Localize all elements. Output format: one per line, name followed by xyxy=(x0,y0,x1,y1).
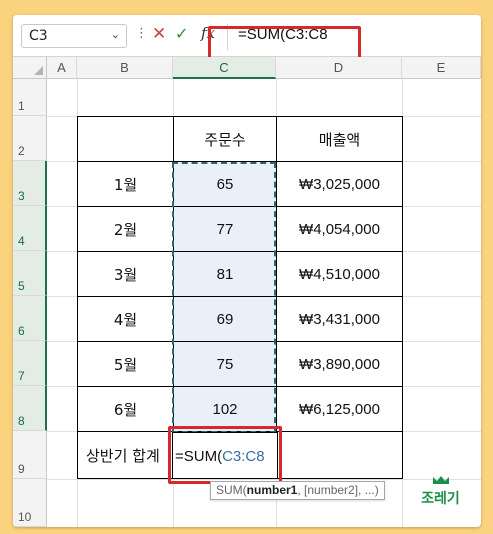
confirm-icon[interactable]: ✓ xyxy=(175,24,188,43)
sales-cell[interactable]: ₩4,054,000 xyxy=(276,206,403,252)
row-header-6[interactable]: 6 xyxy=(13,296,47,341)
total-sales-cell[interactable] xyxy=(276,431,403,479)
table-header-blank[interactable] xyxy=(77,116,174,162)
col-header-b[interactable]: B xyxy=(77,57,173,79)
col-header-e[interactable]: E xyxy=(402,57,481,79)
brand-logo: 조레기 xyxy=(418,475,463,508)
edit-cell-highlight-box xyxy=(168,426,282,484)
col-header-a[interactable]: A xyxy=(47,57,77,79)
select-all-corner[interactable] xyxy=(13,57,47,79)
col-header-d[interactable]: D xyxy=(276,57,402,79)
logo-text: 조레기 xyxy=(421,491,460,507)
col-header-c[interactable]: C xyxy=(173,57,276,79)
row-header-8[interactable]: 8 xyxy=(13,386,47,431)
row-header-9[interactable]: 9 xyxy=(13,431,47,479)
sales-cell[interactable]: ₩3,890,000 xyxy=(276,341,403,387)
chevron-down-icon[interactable]: ⌄ xyxy=(111,28,120,41)
month-cell[interactable]: 6월 xyxy=(77,386,174,432)
row-header-4[interactable]: 4 xyxy=(13,206,47,251)
sales-cell[interactable]: ₩4,510,000 xyxy=(276,251,403,297)
month-cell[interactable]: 5월 xyxy=(77,341,174,387)
sales-cell[interactable]: ₩3,025,000 xyxy=(276,161,403,207)
more-options-icon[interactable]: ⋮ xyxy=(135,25,148,43)
selection-range-marquee xyxy=(172,162,276,433)
table-header-sales[interactable]: 매출액 xyxy=(276,116,403,162)
sales-cell[interactable]: ₩3,431,000 xyxy=(276,296,403,342)
sales-cell[interactable]: ₩6,125,000 xyxy=(276,386,403,432)
cancel-icon[interactable]: ✕ xyxy=(152,24,166,44)
row-header-2[interactable]: 2 xyxy=(13,116,47,161)
month-cell[interactable]: 1월 xyxy=(77,161,174,207)
name-box-value: C3 xyxy=(29,28,48,44)
sheet-grid: A B C D E 1 2 3 4 5 6 7 8 9 10 주문수 매출액 1… xyxy=(13,57,481,527)
month-cell[interactable]: 3월 xyxy=(77,251,174,297)
table-header-orders[interactable]: 주문수 xyxy=(173,116,277,162)
row-header-1[interactable]: 1 xyxy=(13,79,47,116)
spreadsheet-window: C3 ⌄ ⋮ ✕ ✓ fx =SUM(C3:C8 A B C D E 1 2 3… xyxy=(13,15,481,527)
total-label-cell[interactable]: 상반기 합계 xyxy=(77,431,174,479)
name-box[interactable]: C3 ⌄ xyxy=(21,24,127,48)
row-header-7[interactable]: 7 xyxy=(13,341,47,386)
row-header-5[interactable]: 5 xyxy=(13,251,47,296)
row-header-10[interactable]: 10 xyxy=(13,479,47,527)
formula-highlight-box xyxy=(208,26,361,60)
month-cell[interactable]: 4월 xyxy=(77,296,174,342)
function-tooltip[interactable]: SUM(number1, [number2], ...) xyxy=(210,481,385,500)
row-header-3[interactable]: 3 xyxy=(13,161,47,206)
crown-icon xyxy=(432,476,449,484)
formula-bar: C3 ⌄ ⋮ ✕ ✓ fx =SUM(C3:C8 xyxy=(13,15,481,60)
month-cell[interactable]: 2월 xyxy=(77,206,174,252)
